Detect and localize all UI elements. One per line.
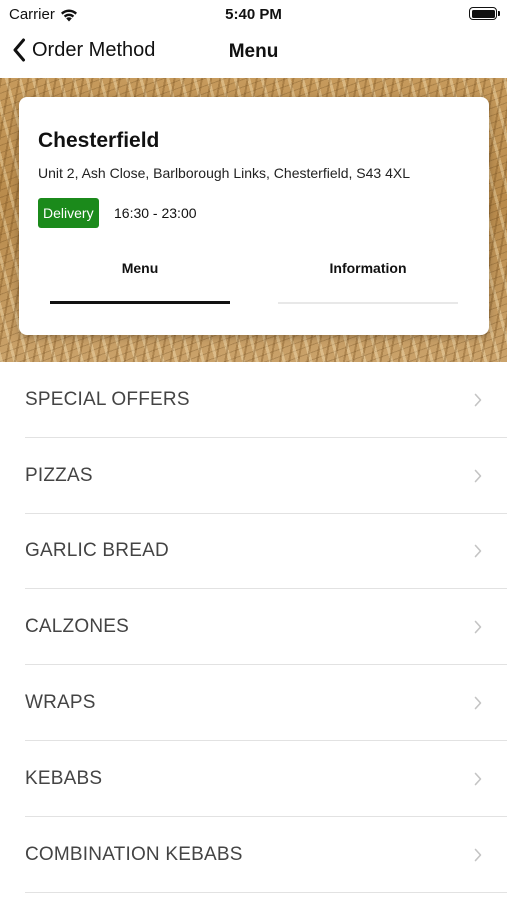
- category-kebabs[interactable]: KEBABS: [0, 741, 507, 817]
- store-info-card: Chesterfield Unit 2, Ash Close, Barlboro…: [19, 97, 489, 335]
- category-special-offers[interactable]: SPECIAL OFFERS: [0, 362, 507, 438]
- tab-menu[interactable]: Menu: [50, 260, 230, 276]
- category-label: KEBABS: [25, 767, 103, 789]
- category-wraps[interactable]: WRAPS: [0, 665, 507, 741]
- status-time: 5:40 PM: [225, 6, 282, 23]
- chevron-right-icon: [474, 848, 482, 861]
- chevron-right-icon: [474, 469, 482, 482]
- category-pizzas[interactable]: PIZZAS: [0, 438, 507, 514]
- tab-menu-active-indicator: [50, 301, 230, 304]
- delivery-badge: Delivery: [38, 198, 99, 228]
- opening-hours: 16:30 - 23:00: [114, 205, 197, 221]
- category-label: GARLIC BREAD: [25, 540, 169, 562]
- category-label: SPECIAL OFFERS: [25, 388, 190, 410]
- chevron-right-icon: [474, 620, 482, 634]
- tab-information-indicator: [278, 302, 458, 304]
- store-address: Unit 2, Ash Close, Barlborough Links, Ch…: [38, 165, 410, 181]
- navigation-bar: Order Method Menu: [0, 28, 507, 78]
- store-name: Chesterfield: [38, 129, 160, 152]
- battery-fill: [471, 9, 495, 18]
- category-label: COMBINATION KEBABS: [25, 843, 243, 865]
- page-title: Menu: [228, 41, 279, 62]
- tab-information[interactable]: Information: [278, 260, 458, 276]
- category-combination-kebabs[interactable]: COMBINATION KEBABS: [0, 817, 507, 893]
- category-label: CALZONES: [25, 616, 130, 638]
- chevron-right-icon: [474, 696, 482, 710]
- status-bar: Carrier 5:40 PM: [0, 0, 507, 28]
- category-label: PIZZAS: [25, 464, 93, 486]
- battery-icon: [469, 7, 500, 20]
- chevron-right-icon: [474, 393, 482, 407]
- chevron-right-icon: [474, 772, 482, 786]
- category-garlic-bread[interactable]: GARLIC BREAD: [0, 514, 507, 590]
- chevron-right-icon: [474, 545, 482, 558]
- category-label: WRAPS: [25, 692, 96, 714]
- category-list: SPECIAL OFFERS PIZZAS GARLIC BREAD CALZO…: [0, 362, 507, 893]
- category-calzones[interactable]: CALZONES: [0, 589, 507, 665]
